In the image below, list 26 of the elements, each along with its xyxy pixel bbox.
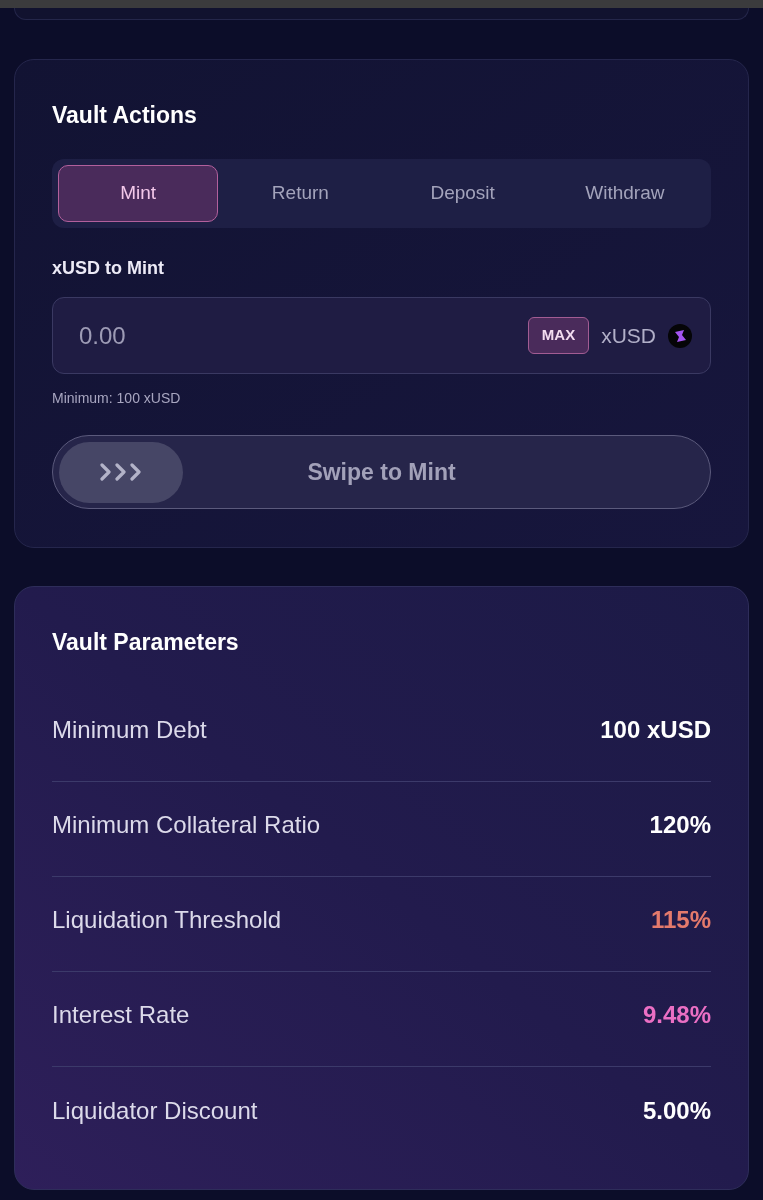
swipe-handle[interactable]	[59, 441, 183, 503]
tab[interactable]: Deposit	[382, 165, 543, 222]
field-label: xUSD to Mint	[52, 257, 165, 280]
max-button[interactable]: MAX	[527, 317, 590, 354]
parameter-value: 100 xUSD	[600, 715, 711, 745]
tab[interactable]: Withdraw	[544, 165, 705, 222]
swipe-control[interactable]: Swipe to Mint	[52, 435, 711, 509]
unit-label: xUSD	[601, 322, 656, 349]
parameter-value: 9.48%	[642, 1000, 711, 1030]
tab[interactable]: Mint	[58, 165, 219, 222]
swipe-label: Swipe to Mint	[307, 457, 456, 487]
parameter-value: 115%	[650, 905, 711, 935]
card-title: Vault Actions	[52, 101, 198, 130]
parameter-label: Liquidation Threshold	[52, 905, 282, 935]
minimum-hint: Minimum: 100 xUSD	[52, 389, 182, 407]
tab[interactable]: Return	[220, 165, 381, 222]
amount-field[interactable]: 0.00 MAX xUSD	[52, 297, 711, 374]
parameter-value: 5.00%	[642, 1095, 711, 1126]
parameter-label: Interest Rate	[52, 1000, 190, 1030]
chevrons-right-icon	[99, 463, 143, 481]
card-title: Vault Parameters	[52, 628, 240, 657]
parameter-label: Liquidator Discount	[52, 1095, 258, 1126]
parameter-label: Minimum Collateral Ratio	[52, 810, 321, 840]
parameter-value: 120%	[649, 810, 711, 840]
parameter-label: Minimum Debt	[52, 715, 207, 745]
token-icon	[668, 323, 692, 348]
